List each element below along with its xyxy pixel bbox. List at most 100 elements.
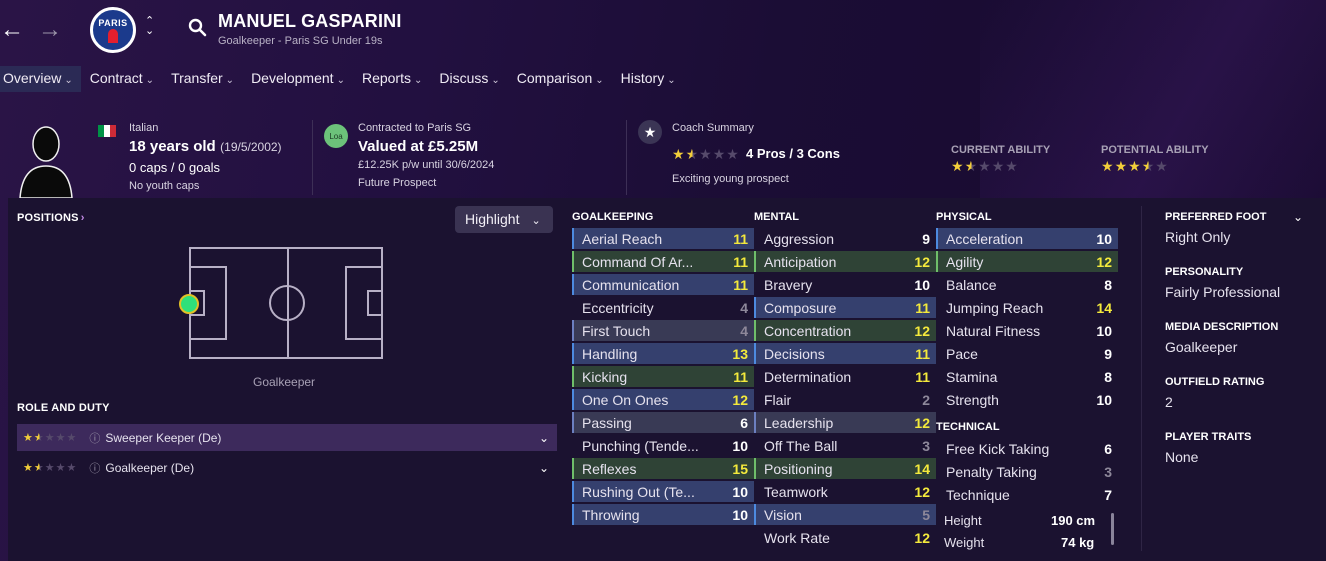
search-icon[interactable] [187, 17, 209, 44]
back-arrow-icon[interactable]: ← [0, 18, 24, 42]
attribute-value: 12 [914, 414, 930, 431]
attribute-row[interactable]: Command Of Ar... 11 [572, 251, 754, 272]
height-value: 190 cm [1051, 513, 1096, 528]
attribute-label: Leadership [764, 414, 834, 431]
coach-star-icon: ★ [638, 120, 662, 144]
attribute-value: 10 [1096, 391, 1112, 408]
attribute-row[interactable]: Anticipation 12 [754, 251, 936, 272]
attribute-row[interactable]: Passing 6 [572, 412, 754, 433]
attribute-row[interactable]: Balance 8 [936, 274, 1118, 295]
age: 18 years old [129, 138, 216, 155]
attribute-row[interactable]: One On Ones 12 [572, 389, 754, 410]
attribute-label: First Touch [582, 322, 651, 339]
star-icon: ★ [726, 146, 740, 162]
attribute-row[interactable]: Teamwork 12 [754, 481, 936, 502]
highlight-dropdown[interactable]: Highlight ⌄ [455, 206, 553, 233]
info-icon[interactable]: ⓘ [89, 430, 100, 446]
attribute-row[interactable]: Stamina 8 [936, 366, 1118, 387]
role-row[interactable]: ★★★★★ ⓘ Sweeper Keeper (De) ⌄ [17, 424, 557, 451]
attribute-row[interactable]: Aggression 9 [754, 228, 936, 249]
attribute-label: Agility [946, 253, 984, 270]
info-icon[interactable]: ⓘ [89, 460, 100, 476]
attribute-row[interactable]: Flair 2 [754, 389, 936, 410]
potential-ability-label: POTENTIAL ABILITY [1101, 144, 1209, 156]
attribute-row[interactable]: Off The Ball 3 [754, 435, 936, 456]
menu-item-discuss[interactable]: Discuss ⌄ [436, 66, 507, 92]
attribute-row[interactable]: Bravery 10 [754, 274, 936, 295]
menu-item-overview[interactable]: Overview ⌄ [0, 66, 81, 92]
star-icon: ★ [1005, 158, 1019, 174]
attribute-value: 12 [1096, 253, 1112, 270]
star-icon: ★ [1128, 158, 1142, 174]
attribute-row[interactable]: Composure 11 [754, 297, 936, 318]
chevron-down-icon[interactable]: ⌄ [539, 431, 549, 445]
attribute-row[interactable]: Throwing 10 [572, 504, 754, 525]
club-crest[interactable]: PARIS [90, 7, 136, 53]
menu-item-transfer[interactable]: Transfer ⌄ [168, 66, 242, 92]
info-label: PERSONALITY [1165, 266, 1244, 278]
age-line: 18 years old (19/5/2002) [129, 138, 282, 156]
menu-item-contract[interactable]: Contract ⌄ [87, 66, 162, 92]
attribute-row[interactable]: Communication 11 [572, 274, 754, 295]
forward-arrow-icon[interactable]: → [38, 18, 62, 42]
attribute-value: 13 [732, 345, 748, 362]
menu-item-reports[interactable]: Reports ⌄ [359, 66, 430, 92]
attribute-row[interactable]: Pace 9 [936, 343, 1118, 364]
attribute-value: 11 [733, 230, 748, 247]
attribute-row[interactable]: Leadership 12 [754, 412, 936, 433]
height-label: Height [944, 513, 982, 528]
attribute-row[interactable]: Handling 13 [572, 343, 754, 364]
attribute-row[interactable]: Reflexes 15 [572, 458, 754, 479]
attribute-row[interactable]: Rushing Out (Te... 10 [572, 481, 754, 502]
attribute-value: 3 [1104, 463, 1112, 480]
attribute-value: 11 [915, 345, 930, 362]
attribute-row[interactable]: Eccentricity 4 [572, 297, 754, 318]
chevron-down-icon[interactable]: ⌄ [1293, 210, 1303, 224]
attribute-row[interactable]: Punching (Tende... 10 [572, 435, 754, 456]
attribute-label: Vision [764, 506, 802, 523]
weight-value: 74 kg [1061, 535, 1095, 550]
goalkeeper-position-marker[interactable] [179, 294, 199, 314]
scrollbar[interactable] [1111, 513, 1114, 545]
attribute-row[interactable]: Decisions 11 [754, 343, 936, 364]
attribute-row[interactable]: Agility 12 [936, 251, 1118, 272]
attribute-row[interactable]: Jumping Reach 14 [936, 297, 1118, 318]
player-name: MANUEL GASPARINI [218, 11, 402, 31]
attribute-row[interactable]: Kicking 11 [572, 366, 754, 387]
mental-title: MENTAL [754, 211, 800, 223]
attribute-row[interactable]: Aerial Reach 11 [572, 228, 754, 249]
attribute-row[interactable]: Determination 11 [754, 366, 936, 387]
attribute-value: 10 [914, 276, 930, 293]
menu-item-history[interactable]: History ⌄ [618, 66, 684, 92]
attribute-value: 10 [1096, 230, 1112, 247]
attribute-row[interactable]: Concentration 12 [754, 320, 936, 341]
pros-cons[interactable]: 4 Pros / 3 Cons [746, 146, 840, 161]
attribute-row[interactable]: Penalty Taking 3 [936, 461, 1118, 482]
chevron-down-icon[interactable]: ⌄ [539, 461, 549, 475]
italy-flag-icon [98, 125, 116, 137]
chevron-down-icon: ⌄ [145, 75, 155, 86]
player-avatar [16, 120, 76, 199]
attribute-row[interactable]: Natural Fitness 10 [936, 320, 1118, 341]
attribute-label: Kicking [582, 368, 628, 385]
attribute-row[interactable]: First Touch 4 [572, 320, 754, 341]
attribute-row[interactable]: Vision 5 [754, 504, 936, 525]
menu-item-development[interactable]: Development ⌄ [248, 66, 353, 92]
club-switcher-icon[interactable]: ⌃ ⌄ [145, 16, 154, 37]
prospect: Future Prospect [358, 177, 437, 189]
star-icon: ★ [699, 146, 713, 162]
attribute-row[interactable]: Free Kick Taking 6 [936, 438, 1118, 459]
attribute-value: 14 [1096, 299, 1112, 316]
attribute-row[interactable]: Work Rate 12 [754, 527, 936, 548]
positions-header[interactable]: POSITIONS › [17, 212, 85, 224]
role-row[interactable]: ★★★★★ ⓘ Goalkeeper (De) ⌄ [17, 454, 557, 481]
attribute-row[interactable]: Positioning 14 [754, 458, 936, 479]
attribute-label: Throwing [582, 506, 640, 523]
attribute-row[interactable]: Technique 7 [936, 484, 1118, 505]
attribute-row[interactable]: Strength 10 [936, 389, 1118, 410]
attribute-row[interactable]: Acceleration 10 [936, 228, 1118, 249]
attribute-label: Passing [582, 414, 632, 431]
attribute-value: 7 [1104, 486, 1112, 503]
menu-item-comparison[interactable]: Comparison ⌄ [514, 66, 612, 92]
attribute-label: Stamina [946, 368, 998, 385]
